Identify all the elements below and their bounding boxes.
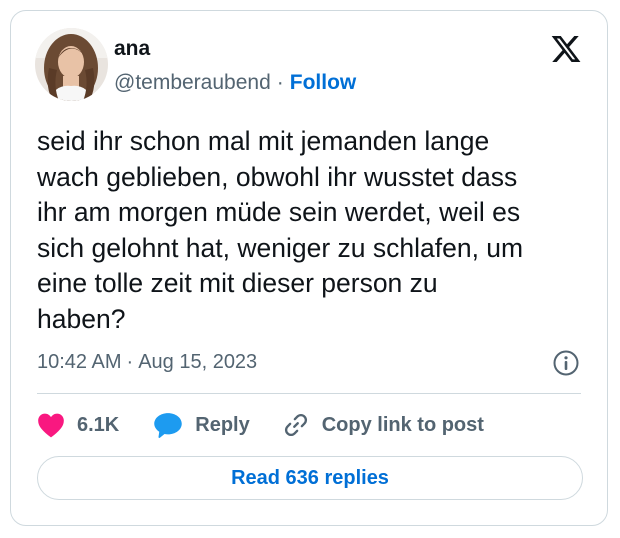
info-icon[interactable] (552, 349, 580, 377)
author-handle-row: @temberaubend · Follow (114, 70, 356, 96)
timestamp-separator: · (126, 351, 134, 373)
read-replies-button[interactable]: Read 636 replies (37, 456, 583, 500)
like-button[interactable]: 6.1K (37, 412, 119, 438)
tweet-text: seid ihr schon mal mit jemanden lange wa… (37, 126, 524, 334)
read-replies-label: Read 636 replies (231, 466, 389, 489)
author-handle[interactable]: @temberaubend (114, 71, 271, 94)
reply-bubble-icon (154, 413, 182, 438)
tweet-card: ana @temberaubend · Follow seid ihr schon … (10, 10, 608, 526)
reply-label: Reply (195, 413, 250, 436)
divider (37, 393, 581, 394)
x-logo-icon[interactable] (549, 33, 583, 65)
tweet-time: 10:42 AM (37, 351, 122, 373)
action-bar: 6.1K Reply Copy link to post (37, 405, 484, 445)
heart-icon (38, 413, 64, 438)
tweet-timestamp[interactable]: 10:42 AM · Aug 15, 2023 (37, 349, 257, 375)
avatar[interactable] (35, 28, 108, 101)
reply-button[interactable]: Reply (153, 411, 250, 439)
avatar-image (35, 28, 108, 101)
copy-link-button[interactable]: Copy link to post (282, 411, 484, 439)
author-name[interactable]: ana (114, 37, 150, 61)
follow-button[interactable]: Follow (290, 71, 357, 94)
likes-count: 6.1K (77, 413, 120, 436)
link-icon (284, 413, 307, 437)
handle-separator: · (276, 71, 284, 94)
tweet-date: Aug 15, 2023 (138, 351, 258, 373)
copy-link-label: Copy link to post (321, 413, 484, 436)
